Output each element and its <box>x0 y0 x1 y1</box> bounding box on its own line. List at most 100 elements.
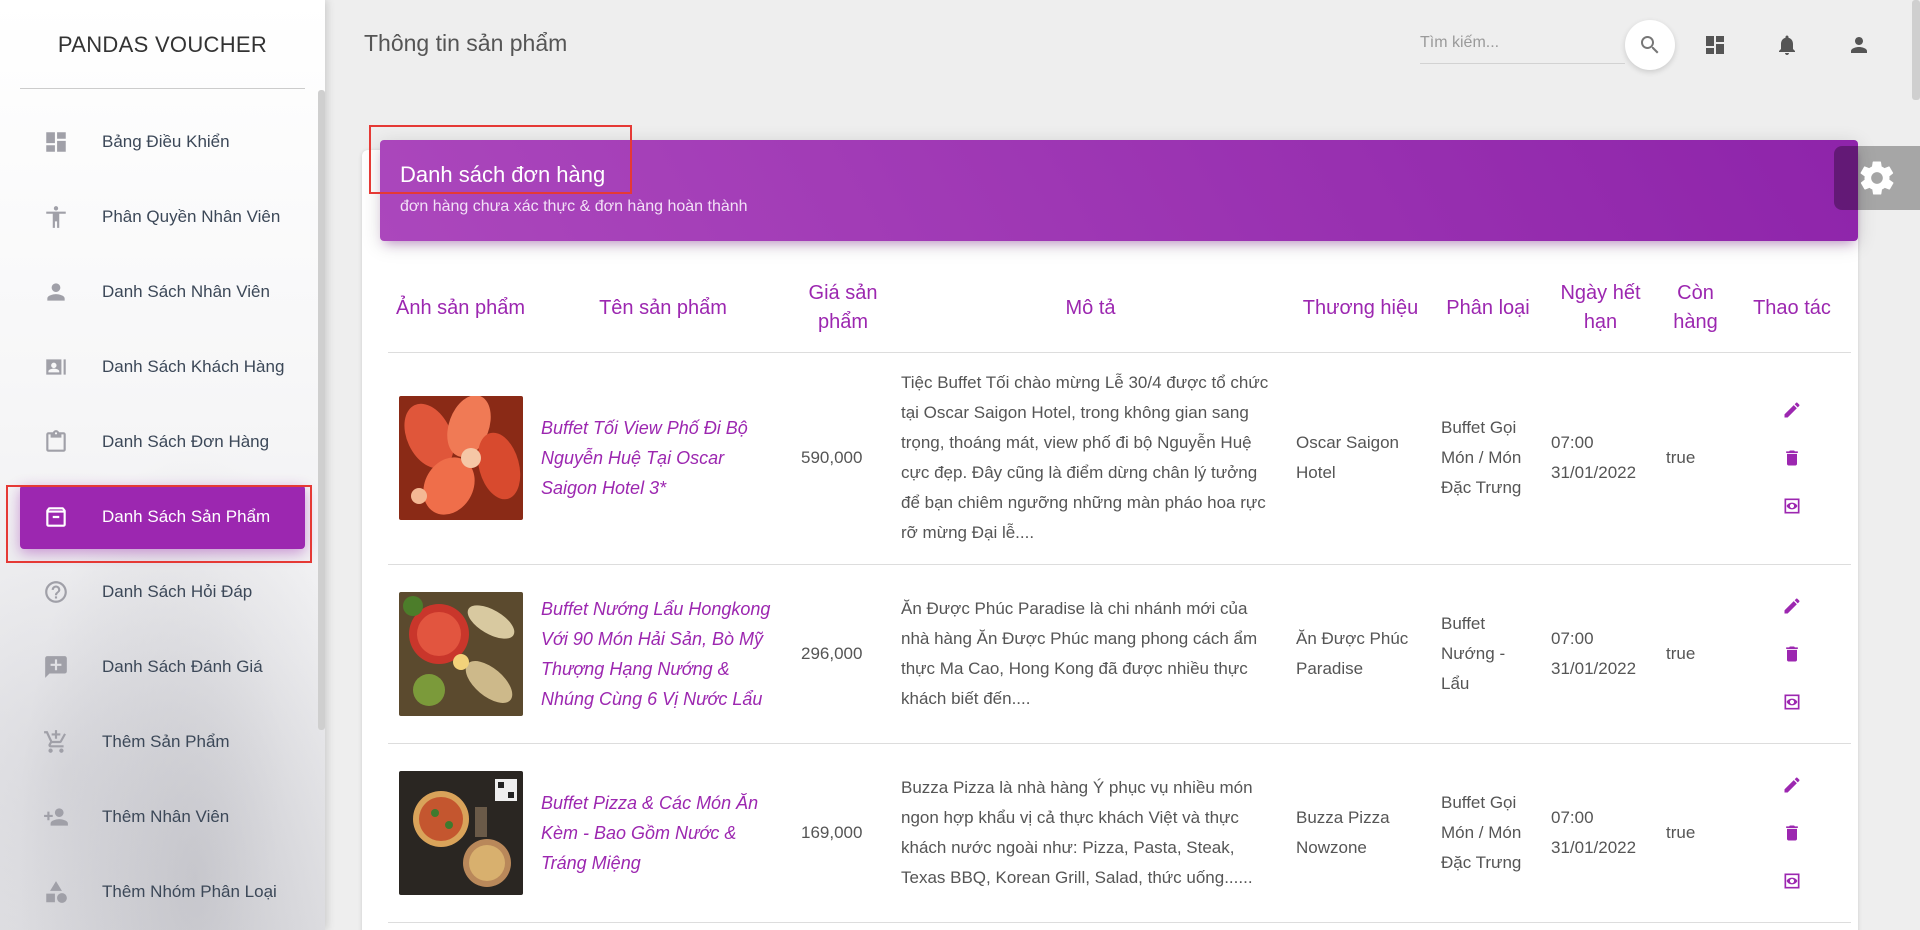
column-header: Ngày hết hạn <box>1543 265 1658 353</box>
search-input[interactable] <box>1420 24 1625 62</box>
sidebar-item-label: Bảng Điều Khiển <box>102 132 230 151</box>
actions-cell <box>1733 352 1851 565</box>
sidebar-item-order-list[interactable]: Danh Sách Đơn Hàng <box>20 410 305 474</box>
dashboard-button[interactable] <box>1700 30 1730 60</box>
notifications-button[interactable] <box>1772 30 1802 60</box>
bell-icon <box>1779 35 1795 55</box>
product-in-stock: true <box>1658 564 1733 744</box>
pencil-icon <box>1784 777 1800 792</box>
sidebar-scrollbar[interactable] <box>318 90 325 730</box>
column-header: Ảnh sản phẩm <box>388 265 533 353</box>
card-header: Danh sách đơn hàng đơn hàng chưa xác thự… <box>380 140 1858 241</box>
brand-logo[interactable]: PANDAS VOUCHER <box>0 0 325 90</box>
table-row: Buffet Nướng Lẩu Hongkong Với 90 Món Hải… <box>388 564 1851 744</box>
product-image[interactable] <box>398 396 523 520</box>
product-price: 169,000 <box>793 743 893 923</box>
account-icon <box>1851 37 1867 53</box>
sidebar-item-product-list[interactable]: Danh Sách Sản Phẩm <box>20 485 305 549</box>
archive-icon <box>42 503 70 531</box>
gear-icon <box>1860 161 1894 195</box>
sidebar-item-faq-list[interactable]: Danh Sách Hỏi Đáp <box>20 560 305 624</box>
dashboard-icon <box>42 128 70 156</box>
sidebar-item-add-category-group[interactable]: Thêm Nhóm Phân Loại <box>20 860 305 924</box>
product-name[interactable]: Buffet Tối View Phố Đi Bộ Nguyễn Huệ Tại… <box>533 352 793 565</box>
product-brand: Ăn Được Phúc Paradise <box>1288 564 1433 744</box>
pencil-icon <box>1784 402 1800 418</box>
product-brand: Buzza Pizza Nowzone <box>1288 743 1433 923</box>
column-header: Còn hàng <box>1658 265 1733 353</box>
product-category: Buffet Gọi Món / Món Đặc Trưng <box>1433 352 1543 565</box>
product-expiry: 07:00 31/01/2022 <box>1543 564 1658 744</box>
product-price: 590,000 <box>793 352 893 565</box>
card-subtitle: đơn hàng chưa xác thực & đơn hàng hoàn t… <box>400 198 748 215</box>
column-header: Thương hiệu <box>1288 265 1433 353</box>
view-button[interactable] <box>1781 870 1803 892</box>
sidebar-item-label: Danh Sách Đánh Giá <box>102 657 263 676</box>
search-icon <box>1641 36 1659 54</box>
column-header: Tên sản phẩm <box>533 265 793 353</box>
delete-button[interactable] <box>1781 447 1803 469</box>
page-title: Thông tin sản phẩm <box>364 30 568 56</box>
edit-button[interactable] <box>1781 595 1803 617</box>
product-description: Buzza Pizza là nhà hàng Ý phục vụ nhiều … <box>893 743 1288 923</box>
view-button[interactable] <box>1781 691 1803 713</box>
view-button[interactable] <box>1781 495 1803 517</box>
table-header-row: Ảnh sản phẩm Tên sản phẩm Giá sản phẩm M… <box>388 265 1851 353</box>
help-circle-icon <box>42 578 70 606</box>
sidebar-item-review-list[interactable]: Danh Sách Đánh Giá <box>20 635 305 699</box>
product-in-stock: true <box>1658 743 1733 923</box>
sidebar-item-staff-permissions[interactable]: Phân Quyền Nhân Viên <box>20 185 305 249</box>
eye-icon <box>1784 498 1800 514</box>
person-icon <box>42 278 70 306</box>
product-category: Buffet Gọi Món / Món Đặc Trưng <box>1433 743 1543 923</box>
column-header: Giá sản phẩm <box>793 265 893 353</box>
sidebar-item-add-product[interactable]: Thêm Sản Phẩm <box>20 710 305 774</box>
search-button[interactable] <box>1625 20 1675 70</box>
category-icon <box>42 878 70 906</box>
product-description: Tiệc Buffet Tối chào mừng Lễ 30/4 được t… <box>893 352 1288 565</box>
sidebar-item-customer-list[interactable]: Danh Sách Khách Hàng <box>20 335 305 399</box>
card-title: Danh sách đơn hàng <box>400 162 606 187</box>
product-name[interactable]: Buffet Nướng Lẩu Hongkong Với 90 Món Hải… <box>533 564 793 744</box>
sidebar-item-label: Danh Sách Nhân Viên <box>102 282 270 301</box>
product-name[interactable]: Buffet Pizza & Các Món Ăn Kèm - Bao Gồm … <box>533 743 793 923</box>
settings-button[interactable] <box>1834 146 1920 210</box>
sidebar-item-label: Danh Sách Sản Phẩm <box>102 507 271 526</box>
product-description: Ăn Được Phúc Paradise là chi nhánh mới c… <box>893 564 1288 744</box>
sidebar-item-add-staff[interactable]: Thêm Nhân Viên <box>20 785 305 849</box>
product-image-cell <box>388 564 533 744</box>
eye-icon <box>1784 694 1800 709</box>
product-table: Ảnh sản phẩm Tên sản phẩm Giá sản phẩm M… <box>388 265 1851 923</box>
trash-icon <box>1786 825 1798 840</box>
column-header: Thao tác <box>1733 265 1851 353</box>
page-scrollbar[interactable] <box>1912 0 1920 100</box>
product-expiry: 07:00 31/01/2022 <box>1543 743 1658 923</box>
account-button[interactable] <box>1844 30 1874 60</box>
trash-icon <box>1786 646 1798 661</box>
product-image[interactable] <box>398 770 523 895</box>
search-field <box>1420 24 1625 64</box>
edit-button[interactable] <box>1781 774 1803 796</box>
delete-button[interactable] <box>1781 822 1803 844</box>
product-brand: Oscar Saigon Hotel <box>1288 352 1433 565</box>
column-header: Phân loại <box>1433 265 1543 353</box>
trash-icon <box>1786 450 1798 466</box>
product-in-stock: true <box>1658 352 1733 565</box>
actions-cell <box>1733 743 1851 923</box>
edit-button[interactable] <box>1781 399 1803 421</box>
contact-card-icon <box>42 353 70 381</box>
sidebar: PANDAS VOUCHER Bảng Điều Khiển Phân Quyề… <box>0 0 325 930</box>
delete-button[interactable] <box>1781 643 1803 665</box>
actions-cell <box>1733 564 1851 744</box>
sidebar-item-label: Danh Sách Đơn Hàng <box>102 432 270 451</box>
product-image[interactable] <box>398 591 523 716</box>
accessibility-icon <box>42 203 70 231</box>
column-header: Mô tả <box>893 265 1288 353</box>
product-image-cell <box>388 352 533 565</box>
sidebar-item-label: Danh Sách Khách Hàng <box>102 357 285 376</box>
sidebar-item-dashboard[interactable]: Bảng Điều Khiển <box>20 110 305 174</box>
sidebar-nav: Bảng Điều Khiển Phân Quyền Nhân Viên Dan… <box>0 110 325 930</box>
sidebar-item-label: Danh Sách Hỏi Đáp <box>102 582 253 601</box>
sidebar-item-staff-list[interactable]: Danh Sách Nhân Viên <box>20 260 305 324</box>
eye-icon <box>1784 873 1800 888</box>
